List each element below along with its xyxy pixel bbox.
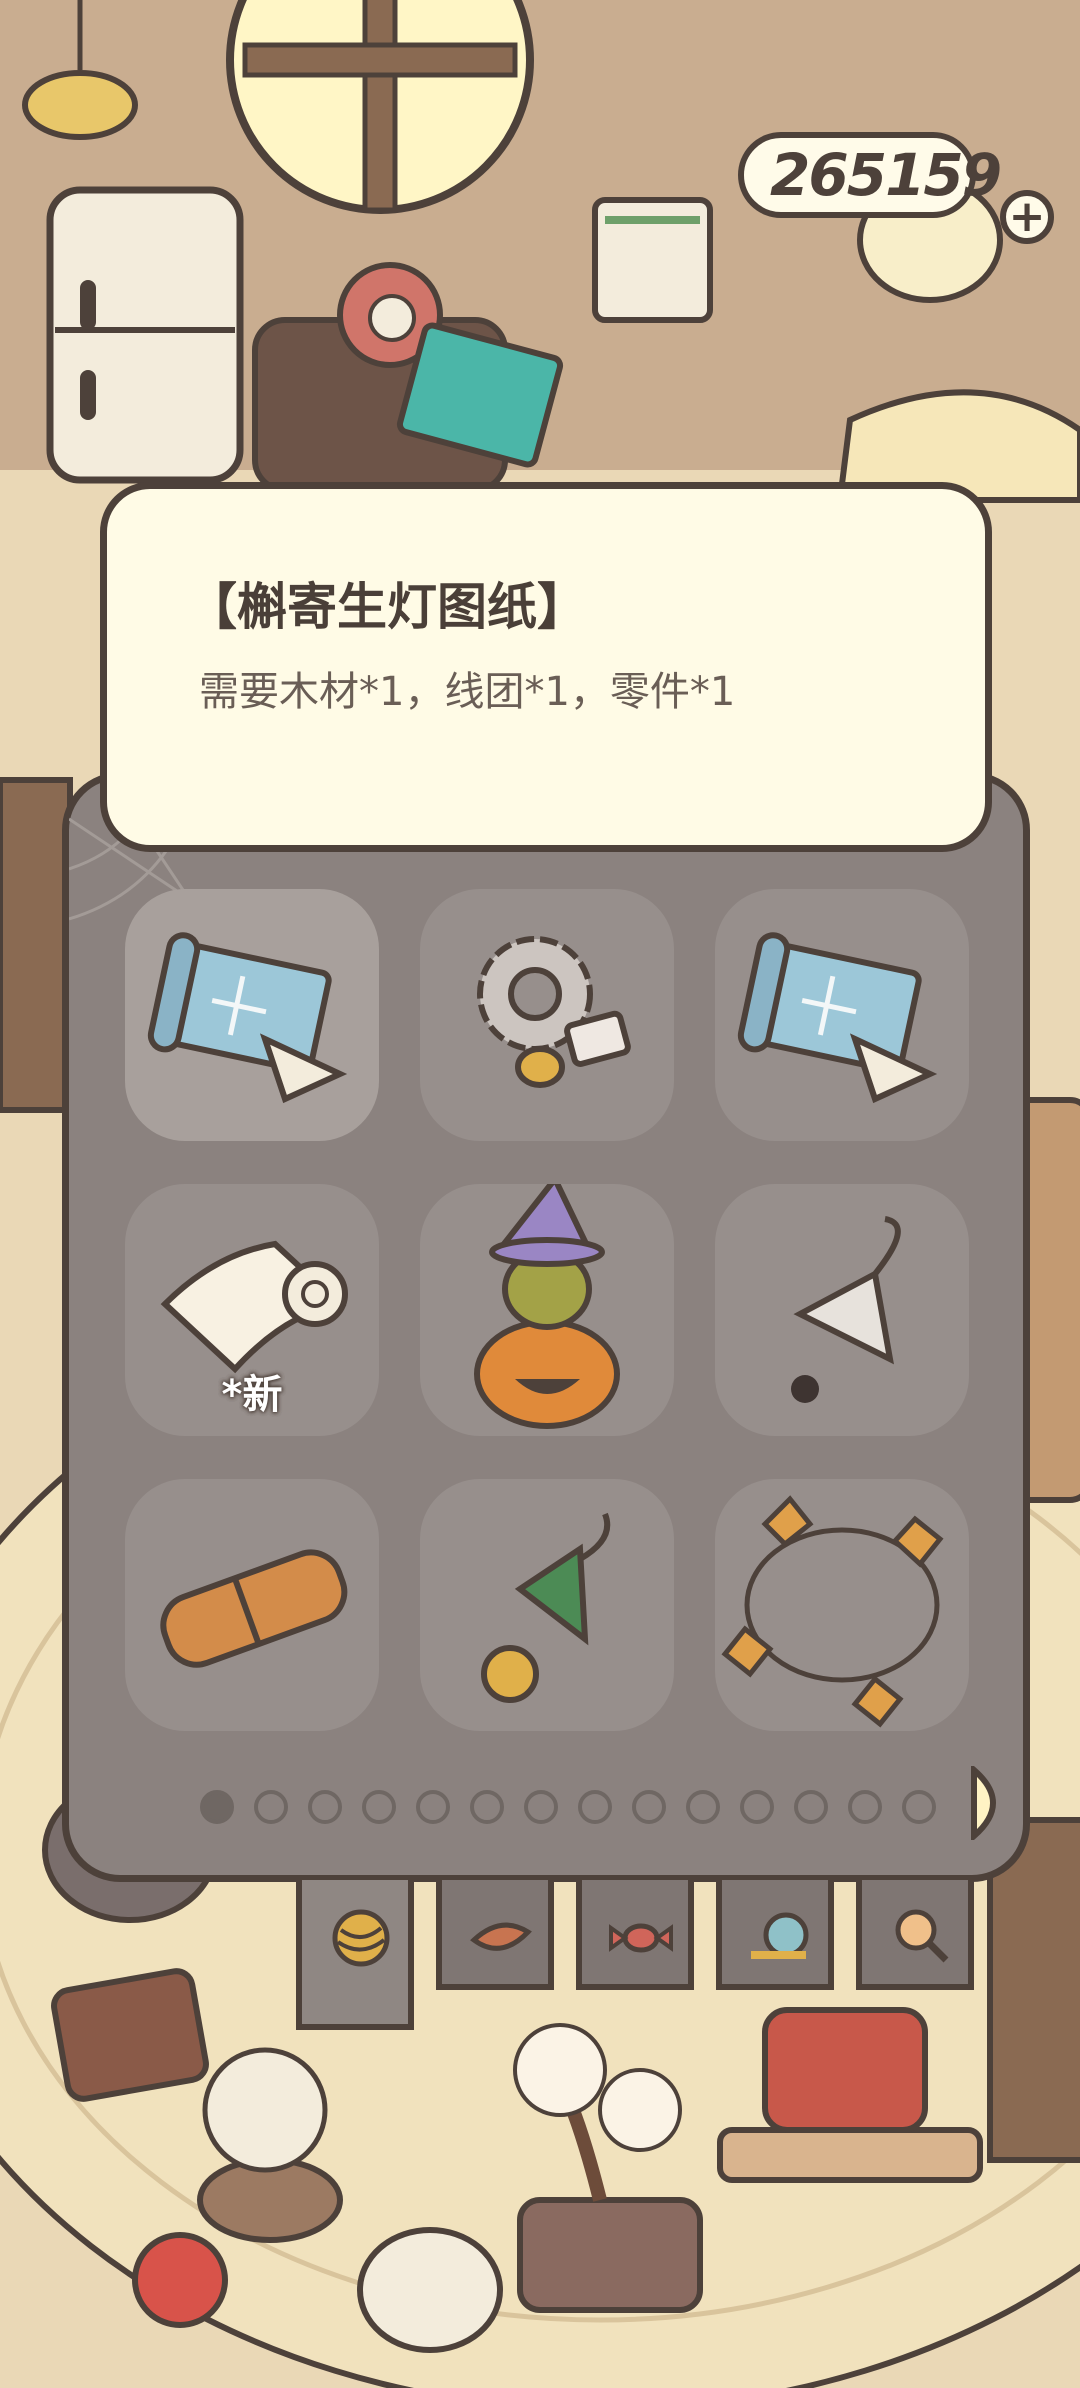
tooltip-description: 需要木材*1，线团*1，零件*1 — [199, 669, 736, 715]
blueprint-scroll-icon — [147, 932, 348, 1104]
spiderweb-charm-icon — [791, 1216, 901, 1403]
tab-search[interactable] — [856, 1880, 974, 1990]
inventory-slot-5[interactable] — [420, 1184, 674, 1436]
inventory-slot-4[interactable]: *新 — [125, 1184, 379, 1436]
inventory-slot-3[interactable] — [715, 889, 969, 1141]
blueprint-scroll-icon — [737, 932, 938, 1104]
yarn-ball-icon — [332, 1909, 390, 1967]
page-dot[interactable] — [848, 1790, 882, 1824]
inventory-slot-6[interactable] — [715, 1184, 969, 1436]
page-dot[interactable] — [902, 1790, 936, 1824]
add-currency-button[interactable]: + — [1000, 190, 1054, 244]
leaf-icon — [470, 1922, 532, 1951]
page-dot[interactable] — [308, 1790, 342, 1824]
inventory-slot-8[interactable] — [420, 1479, 674, 1731]
tab-snail[interactable] — [716, 1880, 834, 1990]
page-dot[interactable] — [794, 1790, 828, 1824]
coin-counter: 265159 — [738, 132, 1002, 218]
inventory-slot-7[interactable] — [125, 1479, 379, 1731]
coin-count: 265159 — [770, 141, 1002, 209]
page-dot[interactable] — [470, 1790, 504, 1824]
next-page-arrow-icon[interactable] — [968, 1766, 1014, 1840]
wooden-bundle-icon — [160, 1549, 348, 1668]
inventory-slot-1[interactable] — [125, 889, 379, 1141]
new-item-badge: *新 — [221, 1372, 283, 1418]
candy-icon — [609, 1923, 673, 1953]
gear-parts-icon — [477, 936, 631, 1088]
page-dot[interactable] — [254, 1790, 288, 1824]
page-dot[interactable] — [362, 1790, 396, 1824]
page-dot[interactable] — [632, 1790, 666, 1824]
page-dot[interactable] — [524, 1790, 558, 1824]
snail-icon — [751, 1912, 809, 1959]
page-dot[interactable] — [200, 1790, 234, 1824]
inventory-slot-9[interactable] — [715, 1479, 969, 1731]
inventory-slot-2[interactable] — [420, 889, 674, 1141]
pumpkin-stack-icon — [474, 1184, 620, 1429]
tooltip-title: 【槲寄生灯图纸】 — [187, 578, 587, 636]
page-dot[interactable] — [578, 1790, 612, 1824]
pine-bell-icon — [481, 1512, 611, 1703]
tab-yarn[interactable] — [296, 1880, 414, 2030]
item-tooltip: 【槲寄生灯图纸】 需要木材*1，线团*1，零件*1 — [100, 482, 992, 852]
page-dot[interactable] — [686, 1790, 720, 1824]
page-dot[interactable] — [416, 1790, 450, 1824]
inventory-panel: *新 — [62, 772, 1030, 1882]
autumn-leaf-garland-icon — [721, 1495, 944, 1728]
page-dot[interactable] — [740, 1790, 774, 1824]
tab-candy[interactable] — [576, 1880, 694, 1990]
tab-leaf[interactable] — [436, 1880, 554, 1990]
magnifier-icon — [895, 1909, 949, 1963]
